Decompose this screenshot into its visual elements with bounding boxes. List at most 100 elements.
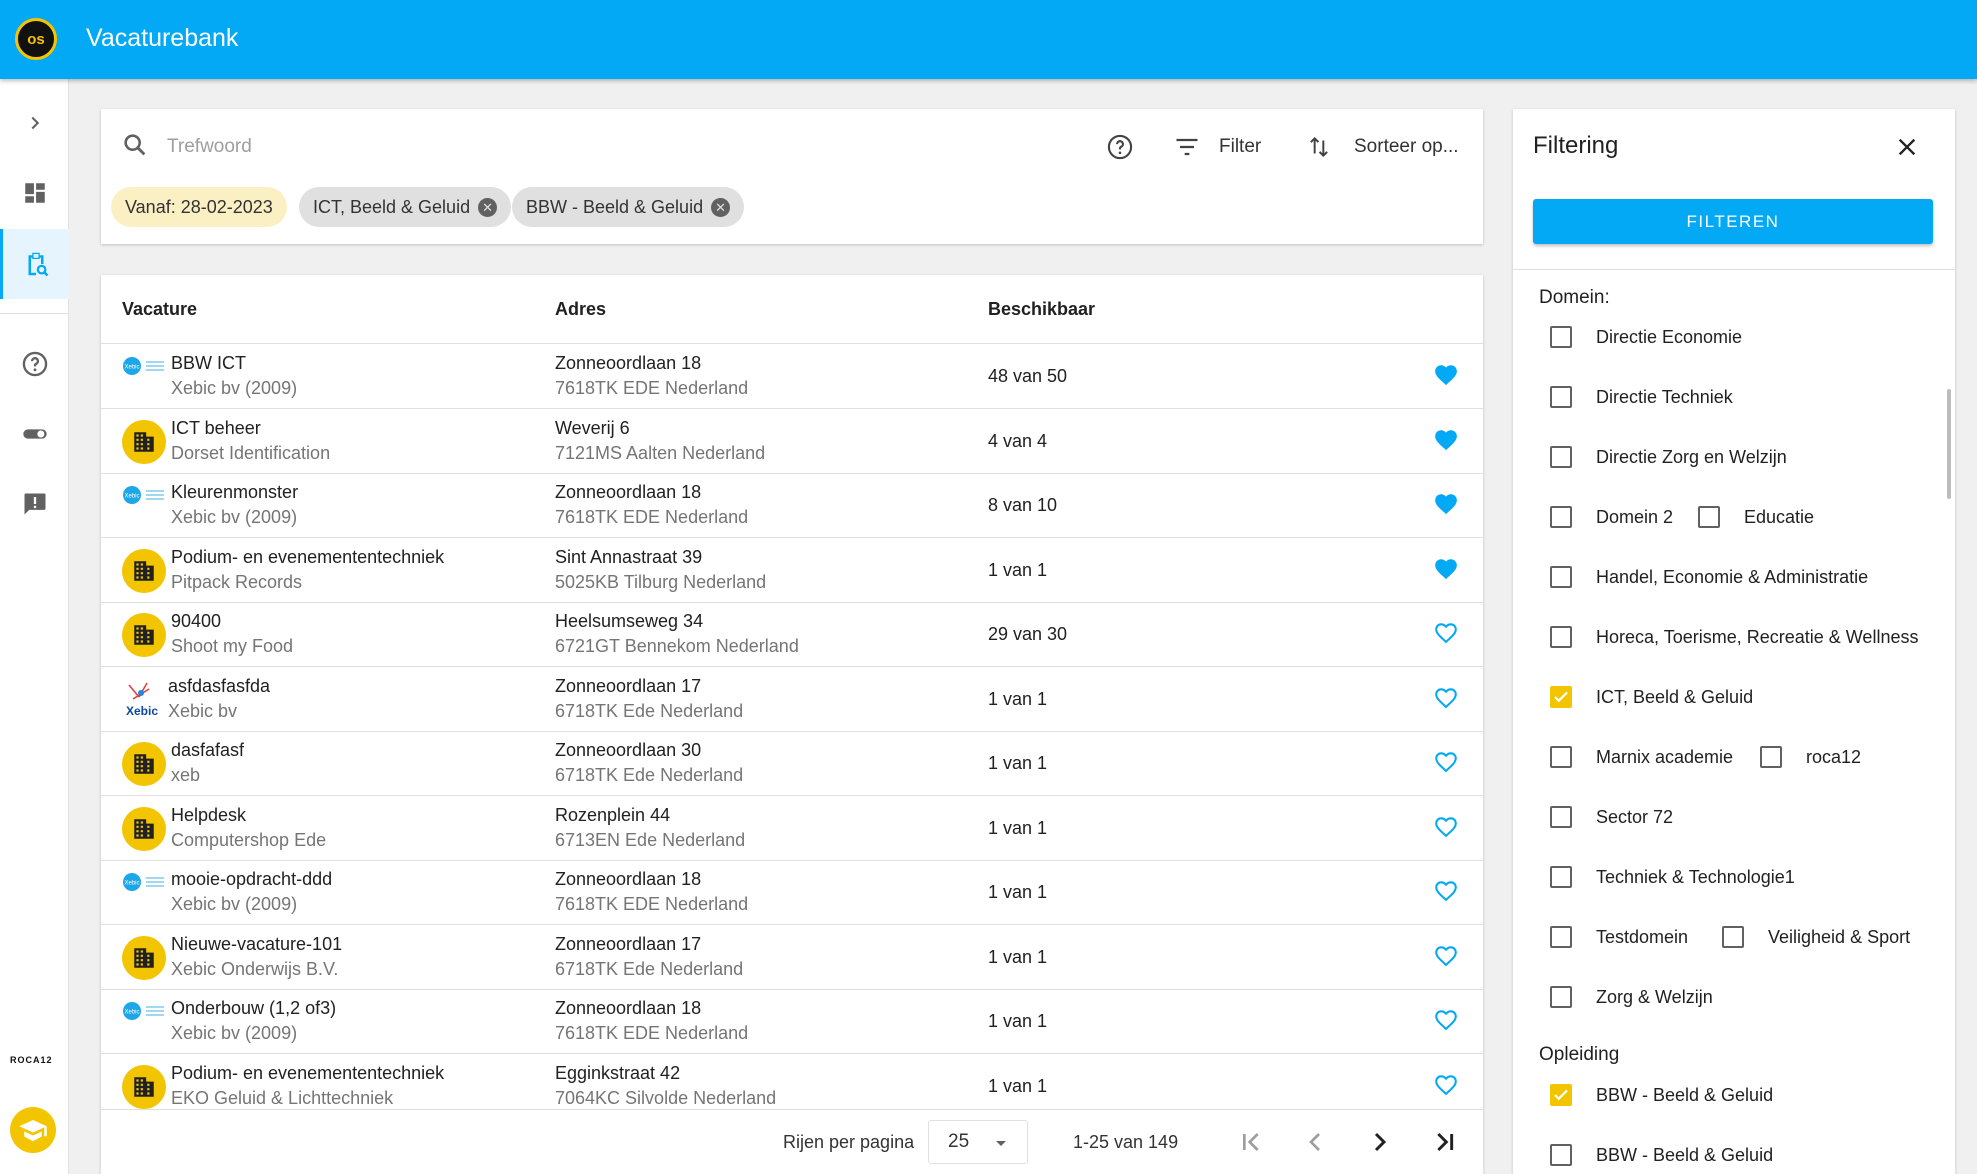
nav-dashboard[interactable]: [0, 163, 69, 223]
checkbox-box[interactable]: [1550, 446, 1572, 468]
opleiding-checkbox[interactable]: BBW - Beeld & Geluid: [1550, 1084, 1773, 1106]
heart-filled-icon[interactable]: [1432, 427, 1460, 453]
sort-button[interactable]: Sorteer op...: [1306, 127, 1459, 167]
checkbox-box[interactable]: [1760, 746, 1782, 768]
heart-outline-icon[interactable]: [1432, 943, 1460, 969]
heart-outline-icon[interactable]: [1432, 620, 1460, 646]
heart-outline-icon[interactable]: [1432, 1072, 1460, 1098]
column-header-beschikbaar[interactable]: Beschikbaar: [988, 299, 1095, 320]
last-page-button[interactable]: [1429, 1126, 1461, 1163]
education-avatar[interactable]: [10, 1107, 56, 1153]
domain-checkbox[interactable]: Horeca, Toerisme, Recreatie & Wellness: [1550, 626, 1918, 648]
column-header-adres[interactable]: Adres: [555, 299, 606, 320]
keyword-search-input[interactable]: [167, 129, 767, 165]
checkbox-box[interactable]: [1550, 386, 1572, 408]
domain-checkbox[interactable]: Directie Economie: [1550, 326, 1742, 348]
table-row[interactable]: Xebic BBW ICT Xebic bv (2009) Zonneoordlaan…: [101, 344, 1483, 409]
table-row[interactable]: Podium- en evenemententechniek Pitpack Re…: [101, 538, 1483, 603]
domain-checkbox[interactable]: Zorg & Welzijn: [1550, 986, 1713, 1008]
vacancy-title[interactable]: Nieuwe-vacature-101: [171, 934, 342, 955]
heart-filled-icon[interactable]: [1432, 362, 1460, 388]
expand-nav-button[interactable]: [0, 93, 69, 153]
checkbox-label: Techniek & Technologie1: [1596, 866, 1795, 887]
first-page-button[interactable]: [1235, 1126, 1267, 1163]
table-row[interactable]: Xebic Kleurenmonster Xebic bv (2009) Zonneo…: [101, 473, 1483, 538]
vacancy-title[interactable]: Kleurenmonster: [171, 482, 298, 503]
table-row[interactable]: dasfafasf xeb Zonneoordlaan 30 6718TK Ede N…: [101, 731, 1483, 796]
checkbox-box[interactable]: [1698, 506, 1720, 528]
domain-checkbox[interactable]: ICT, Beeld & Geluid: [1550, 686, 1753, 708]
checkbox-box[interactable]: [1550, 1144, 1572, 1166]
domain-checkbox[interactable]: Marnix academie: [1550, 746, 1733, 768]
nav-vacatures[interactable]: [0, 229, 69, 299]
checkbox-box[interactable]: [1550, 686, 1572, 708]
heart-outline-icon[interactable]: [1432, 1007, 1460, 1033]
availability: 1 van 1: [988, 1011, 1048, 1031]
heart-outline-icon[interactable]: [1432, 814, 1460, 840]
table-row[interactable]: Helpdesk Computershop Ede Rozenplein 44 671…: [101, 796, 1483, 861]
table-row[interactable]: ICT beheer Dorset Identification Weverij 6…: [101, 409, 1483, 474]
heart-filled-icon[interactable]: [1432, 491, 1460, 517]
rows-per-page-select[interactable]: 25: [928, 1120, 1028, 1164]
domain-checkbox[interactable]: Educatie: [1698, 506, 1814, 528]
table-row[interactable]: Xebic asfdasfasfda Xebic bv Zonneoordlaan 1…: [101, 667, 1483, 732]
vacancy-title[interactable]: asfdasfasfda: [168, 676, 270, 697]
nav-toggle[interactable]: [0, 404, 69, 464]
checkbox-box[interactable]: [1722, 926, 1744, 948]
domain-checkbox[interactable]: Handel, Economie & Administratie: [1550, 566, 1868, 588]
checkbox-box[interactable]: [1550, 746, 1572, 768]
vacancy-title[interactable]: BBW ICT: [171, 353, 246, 374]
table-row[interactable]: Nieuwe-vacature-101 Xebic Onderwijs B.V. Z…: [101, 925, 1483, 990]
previous-page-button[interactable]: [1299, 1126, 1331, 1163]
checkbox-box[interactable]: [1550, 626, 1572, 648]
checkbox-box[interactable]: [1550, 506, 1572, 528]
table-row[interactable]: 90400 Shoot my Food Heelsumseweg 34 6721GT …: [101, 602, 1483, 667]
checkbox-box[interactable]: [1550, 1084, 1572, 1106]
vacancy-title[interactable]: 90400: [171, 611, 221, 632]
next-page-button[interactable]: [1364, 1126, 1396, 1163]
checkbox-box[interactable]: [1550, 326, 1572, 348]
vacancy-title[interactable]: ICT beheer: [171, 418, 261, 439]
vacancy-title[interactable]: mooie-opdracht-ddd: [171, 869, 332, 890]
table-row[interactable]: Xebic Onderbouw (1,2 of3) Xebic bv (2009) Z…: [101, 989, 1483, 1054]
close-filter-button[interactable]: [1889, 129, 1925, 165]
opleiding-filter-chip[interactable]: BBW - Beeld & Geluid ✕: [512, 187, 745, 227]
table-row[interactable]: Xebic mooie-opdracht-ddd Xebic bv (2009) Zo…: [101, 860, 1483, 925]
nav-help[interactable]: [0, 334, 69, 394]
domain-checkbox[interactable]: roca12: [1760, 746, 1861, 768]
vacancy-title[interactable]: Podium- en evenemententechniek: [171, 547, 444, 568]
vacancy-title[interactable]: dasfafasf: [171, 740, 244, 761]
domain-checkbox[interactable]: Directie Techniek: [1550, 386, 1733, 408]
checkbox-box[interactable]: [1550, 566, 1572, 588]
heart-outline-icon[interactable]: [1432, 878, 1460, 904]
domain-checkbox[interactable]: Directie Zorg en Welzijn: [1550, 446, 1787, 468]
filter-scrollbar[interactable]: [1947, 389, 1951, 499]
help-button[interactable]: [1106, 127, 1134, 167]
opleiding-checkbox[interactable]: BBW - Beeld & Geluid: [1550, 1144, 1773, 1166]
checkbox-box[interactable]: [1550, 806, 1572, 828]
domain-checkbox[interactable]: Techniek & Technologie1: [1550, 866, 1795, 888]
heart-outline-icon[interactable]: [1432, 685, 1460, 711]
vacancy-title[interactable]: Podium- en evenemententechniek: [171, 1063, 444, 1084]
filter-button[interactable]: Filter: [1173, 127, 1261, 167]
domain-checkbox[interactable]: Veiligheid & Sport: [1722, 926, 1910, 948]
date-filter-chip[interactable]: Vanaf: 28-02-2023: [111, 187, 287, 227]
remove-chip-icon[interactable]: ✕: [478, 197, 498, 217]
availability: 1 van 1: [988, 946, 1048, 967]
checkbox-box[interactable]: [1550, 986, 1572, 1008]
domain-filter-chip[interactable]: ICT, Beeld & Geluid ✕: [299, 187, 512, 227]
table-row[interactable]: Podium- en evenemententechniek EKO Geluid…: [101, 1054, 1483, 1110]
checkbox-box[interactable]: [1550, 866, 1572, 888]
nav-feedback[interactable]: [0, 474, 69, 534]
column-header-vacature[interactable]: Vacature: [122, 299, 197, 320]
vacancy-title[interactable]: Helpdesk: [171, 805, 246, 826]
domain-checkbox[interactable]: Testdomein: [1550, 926, 1688, 948]
remove-chip-icon[interactable]: ✕: [711, 197, 731, 217]
checkbox-box[interactable]: [1550, 926, 1572, 948]
heart-outline-icon[interactable]: [1432, 749, 1460, 775]
vacancy-title[interactable]: Onderbouw (1,2 of3): [171, 998, 336, 1019]
domain-checkbox[interactable]: Domein 2: [1550, 506, 1673, 528]
domain-checkbox[interactable]: Sector 72: [1550, 806, 1673, 828]
apply-filter-button[interactable]: FILTEREN: [1533, 199, 1933, 244]
heart-filled-icon[interactable]: [1432, 556, 1460, 582]
